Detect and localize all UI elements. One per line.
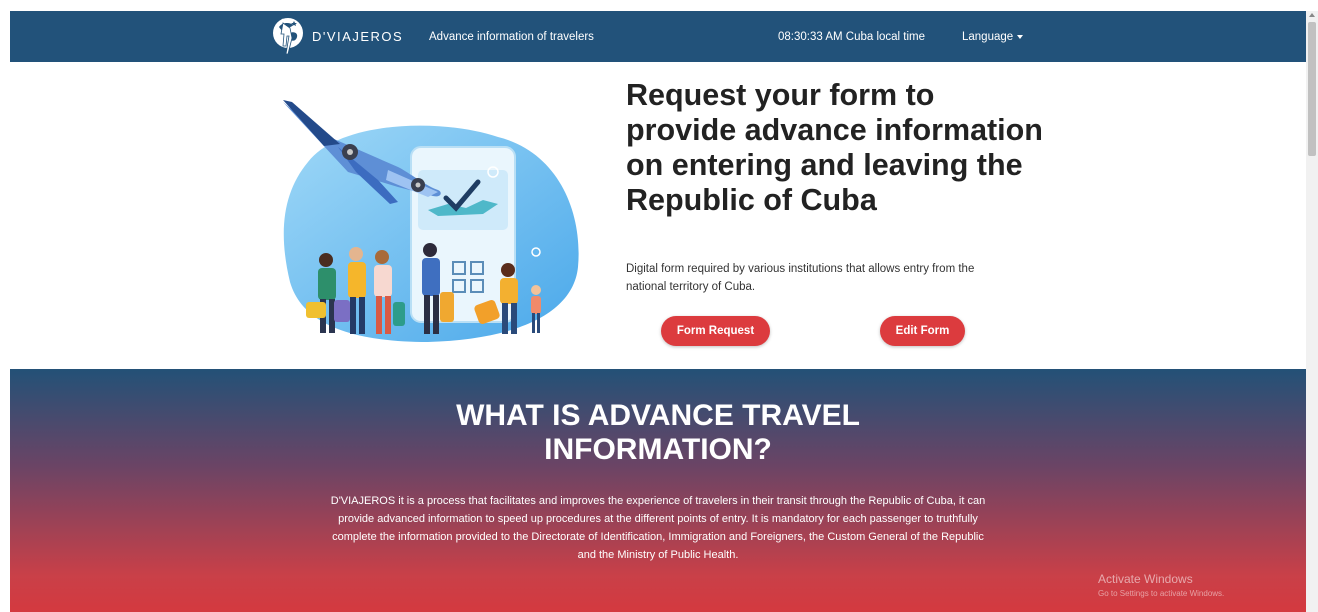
hero-title: Request your form to provide advance inf… — [626, 78, 1043, 217]
site-tagline: Advance information of travelers — [429, 31, 594, 43]
top-navbar: D'VIAJEROS Advance information of travel… — [10, 11, 1306, 62]
vertical-scrollbar[interactable] — [1306, 11, 1318, 612]
form-request-button[interactable]: Form Request — [661, 316, 770, 346]
about-section: WHAT IS ADVANCE TRAVEL INFORMATION? D'VI… — [10, 369, 1306, 612]
brand-name: D'VIAJEROS — [312, 28, 404, 44]
scrollbar-thumb[interactable] — [1308, 22, 1316, 156]
caret-down-icon — [1017, 35, 1024, 39]
language-dropdown[interactable]: Language — [962, 31, 1024, 43]
language-label: Language — [962, 31, 1014, 43]
cuba-local-clock: 08:30:33 AM Cuba local time — [778, 31, 926, 43]
activate-windows-subtitle: Go to Settings to activate Windows. — [1098, 589, 1225, 598]
travelers-airplane-checklist-illustration — [283, 100, 579, 342]
globe-person-logo-icon — [273, 18, 303, 55]
activate-windows-watermark: Activate Windows — [1098, 572, 1193, 586]
about-text: D'VIAJEROS it is a process that facilita… — [330, 495, 986, 561]
about-title: WHAT IS ADVANCE TRAVEL INFORMATION? — [456, 399, 860, 466]
scroll-up-arrow-icon[interactable] — [1309, 13, 1315, 17]
hero-section: Request your form to provide advance inf… — [10, 62, 1306, 369]
page: D'VIAJEROS Advance information of travel… — [10, 11, 1306, 612]
hero-description: Digital form required by various institu… — [626, 263, 975, 293]
edit-form-button[interactable]: Edit Form — [880, 316, 965, 346]
brand-link[interactable]: D'VIAJEROS — [270, 16, 403, 56]
